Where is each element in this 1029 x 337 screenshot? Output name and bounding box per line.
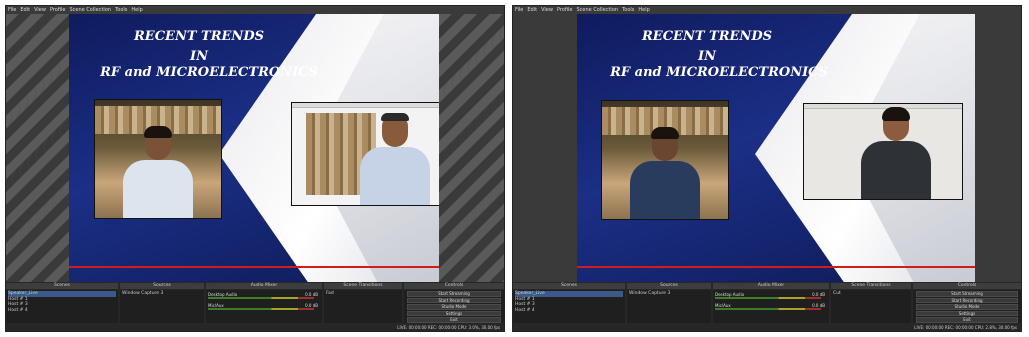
controls-header: Controls (913, 283, 1021, 289)
preview-area[interactable]: RECENT TRENDS IN RF and MICROELECTRONICS (513, 14, 1021, 282)
scene-transitions-header: Scene Transitions (324, 283, 402, 289)
menu-edit[interactable]: Edit (20, 6, 30, 14)
source-item[interactable]: Window Capture 3 (629, 291, 709, 297)
program-canvas: RECENT TRENDS IN RF and MICROELECTRONICS (69, 14, 439, 282)
slide-title-line-3: RF and MICROELECTRONICS (100, 65, 318, 80)
dock-area: Scenes Speaker_Live Host # 1 Host # 3 Ho… (6, 282, 504, 331)
slide-title-line-1: RECENT TRENDS (642, 29, 772, 44)
studio-mode-button[interactable]: Studio Mode (916, 304, 1018, 310)
program-canvas: RECENT TRENDS IN RF and MICROELECTRONICS (577, 14, 975, 282)
source-item[interactable]: Window Capture 3 (122, 291, 202, 297)
menu-file[interactable]: File (515, 6, 523, 14)
slide-title-line-1: RECENT TRENDS (134, 29, 264, 44)
sources-header: Sources (120, 283, 204, 289)
exit-button[interactable]: Exit (916, 317, 1018, 323)
start-streaming-button[interactable]: Start Streaming (407, 291, 501, 297)
status-bar: LIVE: 00:00:00 REC: 00:00:00 CPU: 3.0%, … (397, 325, 500, 330)
accent-line (577, 266, 975, 268)
host-figure (860, 107, 931, 199)
preview-area[interactable]: RECENT TRENDS IN RF and MICROELECTRONICS (6, 14, 504, 282)
menu-profile[interactable]: Profile (50, 6, 66, 14)
scene-item[interactable]: Host # 4 (8, 308, 116, 314)
host-window-capture (291, 102, 439, 206)
volume-meter[interactable] (715, 297, 821, 299)
menu-bar: File Edit View Profile Scene Collection … (513, 6, 1021, 14)
audio-mixer-header: Audio Mixer (713, 283, 829, 289)
speaker-figure (630, 127, 700, 219)
speaker-camera-feed (94, 99, 222, 219)
menu-edit[interactable]: Edit (527, 6, 537, 14)
start-recording-button[interactable]: Start Recording (407, 297, 501, 303)
menu-tools[interactable]: Tools (622, 6, 634, 14)
mixer-channel: Desktop Audio 0.0 dB (715, 292, 827, 299)
volume-meter[interactable] (208, 297, 314, 299)
start-recording-button[interactable]: Start Recording (916, 297, 1018, 303)
controls-panel: Start Streaming Start Recording Studio M… (404, 290, 504, 323)
transition-select[interactable]: Cut (833, 291, 909, 297)
menu-tools[interactable]: Tools (115, 6, 127, 14)
menu-scene-collection[interactable]: Scene Collection (576, 6, 618, 14)
scene-transitions: Fad (324, 290, 402, 323)
menu-scene-collection[interactable]: Scene Collection (69, 6, 111, 14)
scenes-header: Scenes (513, 283, 625, 289)
transition-select[interactable]: Fad (326, 291, 400, 297)
sources-list[interactable]: Window Capture 3 (627, 290, 711, 323)
menu-bar: File Edit View Profile Scene Collection … (6, 6, 504, 14)
scene-transitions-header: Scene Transitions (831, 283, 911, 289)
audio-mixer-header: Audio Mixer (206, 283, 322, 289)
speaker-figure (123, 126, 193, 218)
studio-mode-button[interactable]: Studio Mode (407, 304, 501, 310)
menu-view[interactable]: View (541, 6, 553, 14)
start-streaming-button[interactable]: Start Streaming (916, 291, 1018, 297)
slide-title-line-2: IN (698, 49, 716, 64)
browser-bar (292, 103, 439, 108)
exit-button[interactable]: Exit (407, 317, 501, 323)
stripe-pattern-right (439, 14, 504, 282)
sources-list[interactable]: Window Capture 3 (120, 290, 204, 323)
volume-meter[interactable] (208, 308, 314, 310)
obs-window-1: File Edit View Profile Scene Collection … (5, 5, 505, 332)
scenes-list[interactable]: Speaker_Live Host # 1 Host # 3 Host # 4 (513, 290, 625, 323)
menu-help[interactable]: Help (638, 6, 649, 14)
volume-meter[interactable] (715, 308, 821, 310)
mixer-channel: Mic/Aux 0.0 dB (715, 303, 827, 310)
menu-profile[interactable]: Profile (557, 6, 573, 14)
accent-line (69, 266, 439, 268)
menu-help[interactable]: Help (131, 6, 142, 14)
scenes-list[interactable]: Speaker_Live Host # 1 Host # 3 Host # 4 (6, 290, 118, 323)
settings-button[interactable]: Settings (916, 310, 1018, 316)
host-window-capture (803, 103, 963, 200)
scene-item[interactable]: Host # 4 (515, 308, 623, 314)
stripe-pattern-left (6, 14, 71, 282)
sources-header: Sources (627, 283, 711, 289)
scene-transitions: Cut (831, 290, 911, 323)
menu-view[interactable]: View (34, 6, 46, 14)
obs-window-2: File Edit View Profile Scene Collection … (512, 5, 1022, 332)
mixer-channel: Desktop Audio 0.0 dB (208, 292, 320, 299)
status-bar: LIVE: 00:00:00 REC: 00:00:00 CPU: 2.8%, … (914, 325, 1017, 330)
audio-mixer: Desktop Audio 0.0 dB Mic/Aux 0.0 dB (713, 290, 829, 323)
menu-file[interactable]: File (8, 6, 16, 14)
controls-header: Controls (404, 283, 504, 289)
dock-area: Scenes Speaker_Live Host # 1 Host # 3 Ho… (513, 282, 1021, 331)
slide-title-line-2: IN (190, 49, 208, 64)
settings-button[interactable]: Settings (407, 310, 501, 316)
speaker-camera-feed (601, 100, 729, 220)
scenes-header: Scenes (6, 283, 118, 289)
mixer-channel: Mic/Aux 0.0 dB (208, 303, 320, 310)
audio-mixer: Desktop Audio 0.0 dB Mic/Aux 0.0 dB (206, 290, 322, 323)
controls-panel: Start Streaming Start Recording Studio M… (913, 290, 1021, 323)
slide-title-line-3: RF and MICROELECTRONICS (610, 65, 828, 80)
host-figure (359, 113, 430, 205)
